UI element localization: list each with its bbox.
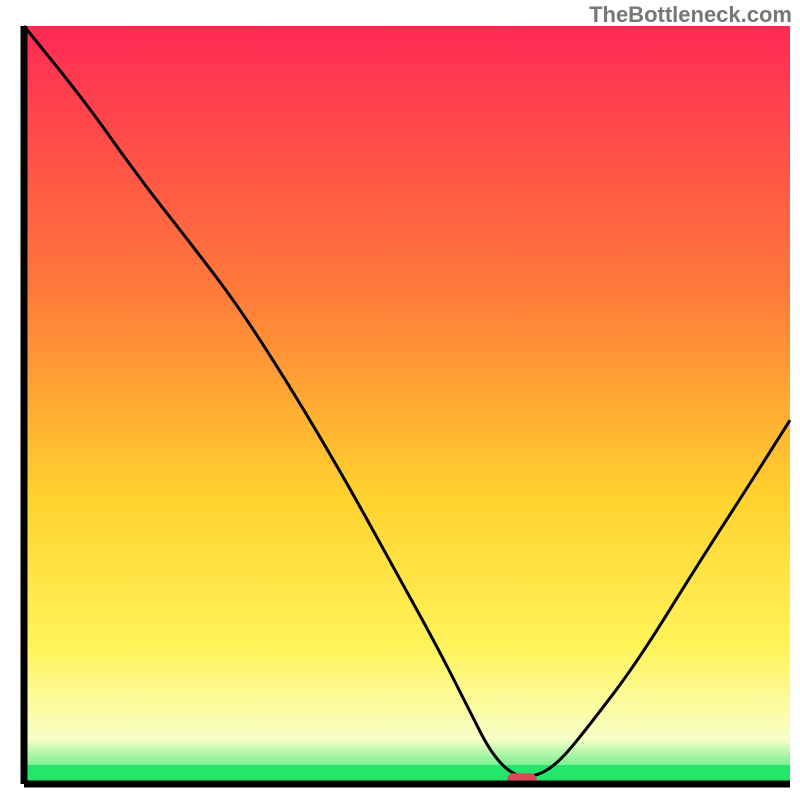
bottleneck-chart: TheBottleneck.com bbox=[0, 0, 800, 800]
plot-background bbox=[24, 26, 790, 784]
watermark-label: TheBottleneck.com bbox=[589, 2, 792, 28]
plot-area bbox=[24, 26, 790, 787]
chart-svg bbox=[0, 0, 800, 800]
